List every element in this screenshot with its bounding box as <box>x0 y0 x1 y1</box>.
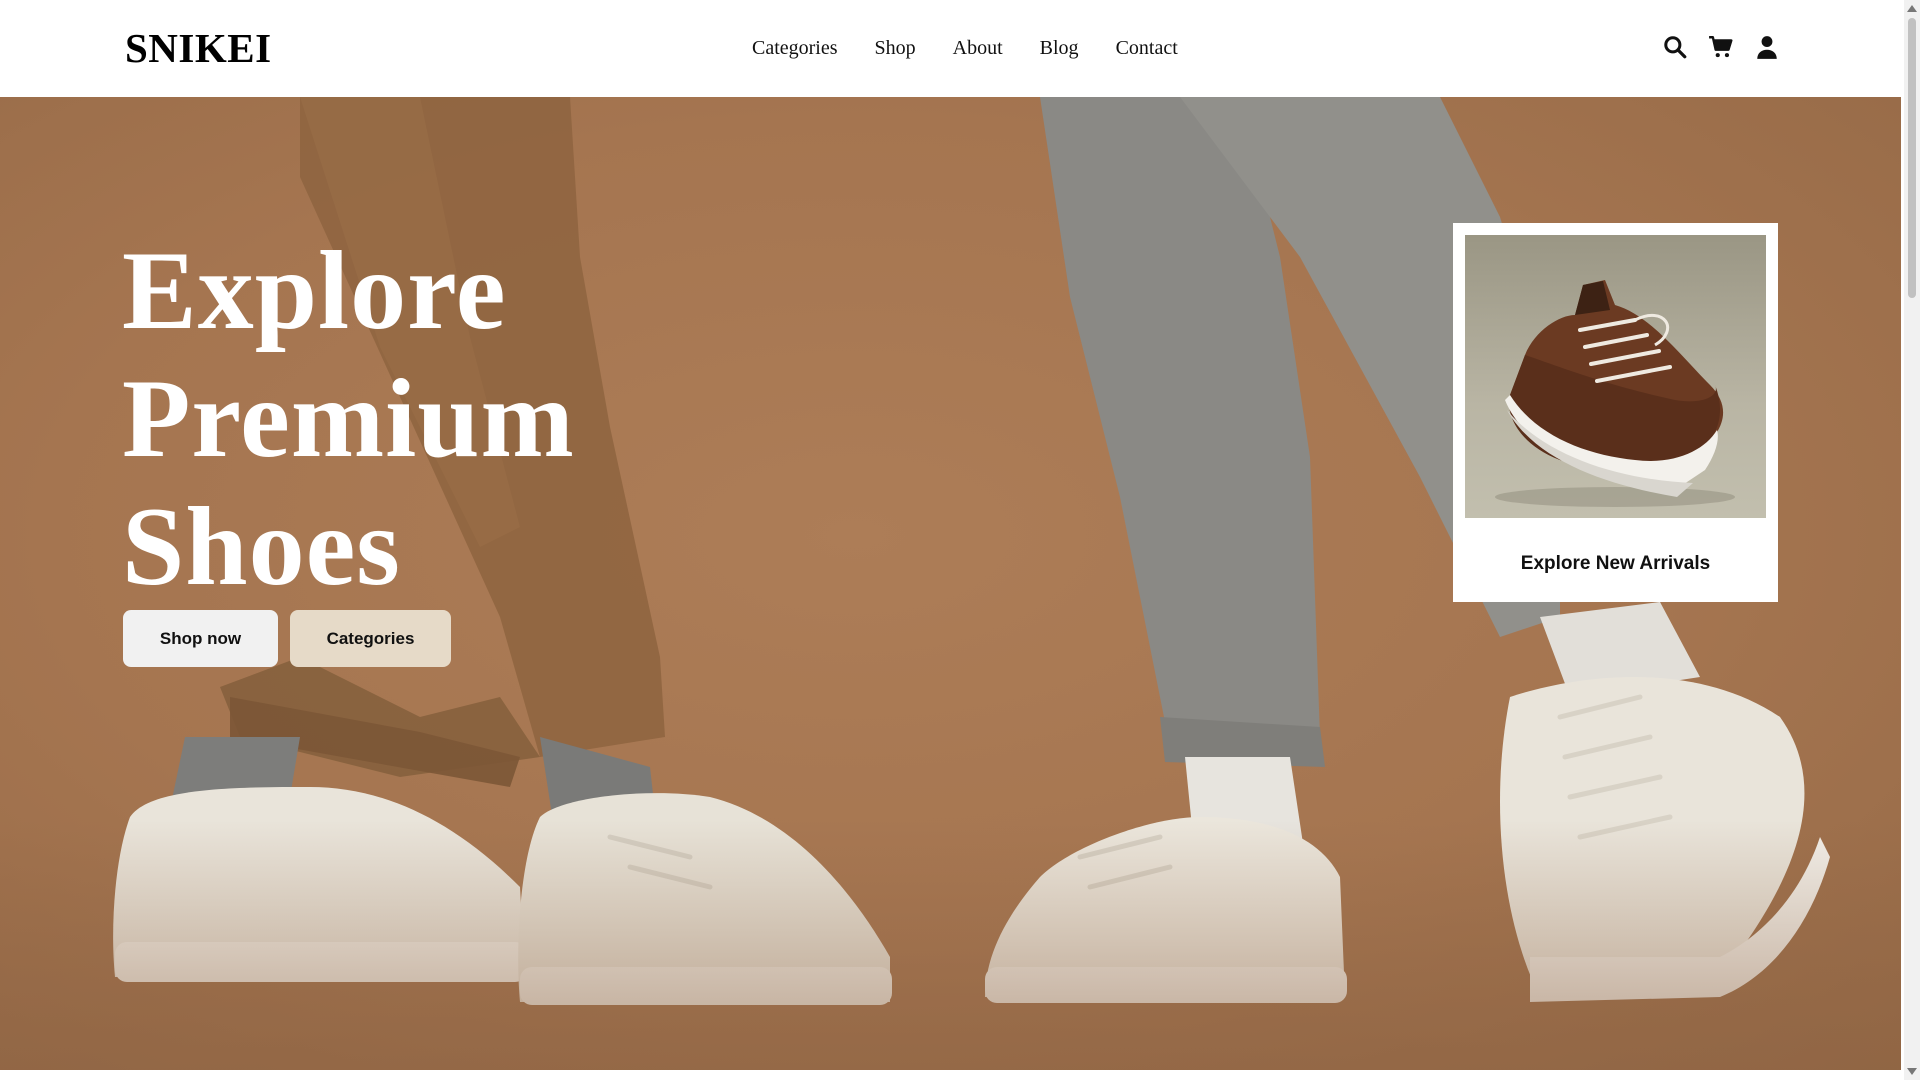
nav-shop[interactable]: Shop <box>875 36 916 60</box>
nav-blog[interactable]: Blog <box>1040 36 1079 60</box>
scroll-thumb[interactable] <box>1908 18 1916 298</box>
page-scrollbar[interactable] <box>1904 0 1920 1080</box>
hero-title-line-3: Shoes <box>122 485 401 609</box>
categories-button[interactable]: Categories <box>290 610 451 667</box>
new-arrivals-label: Explore New Arrivals <box>1520 553 1711 574</box>
hero-title: Explore Premium Shoes <box>122 227 575 611</box>
scroll-down-arrow-icon[interactable] <box>1907 1068 1917 1075</box>
nav-contact[interactable]: Contact <box>1116 36 1178 60</box>
user-icon[interactable] <box>1754 34 1780 60</box>
hero-banner: Explore Premium Shoes Shop now Categorie… <box>0 97 1901 1070</box>
search-icon[interactable] <box>1662 34 1688 60</box>
cart-icon[interactable] <box>1708 34 1734 60</box>
new-arrivals-card[interactable]: Explore New Arrivals <box>1453 223 1778 602</box>
shop-now-button[interactable]: Shop now <box>123 610 278 667</box>
brand-logo[interactable]: SNIKEI <box>125 24 272 72</box>
brown-leather-sneaker-image <box>1465 235 1766 518</box>
hero-title-line-1: Explore <box>122 229 507 353</box>
nav-categories[interactable]: Categories <box>752 36 838 60</box>
hero-title-line-2: Premium <box>122 357 575 481</box>
scroll-up-arrow-icon[interactable] <box>1907 5 1917 12</box>
main-nav: Categories Shop About Blog Contact <box>752 36 1178 60</box>
site-header: SNIKEI Categories Shop About Blog Contac… <box>0 0 1901 97</box>
hero-floor-shadow <box>0 820 1901 1070</box>
nav-about[interactable]: About <box>953 36 1003 60</box>
